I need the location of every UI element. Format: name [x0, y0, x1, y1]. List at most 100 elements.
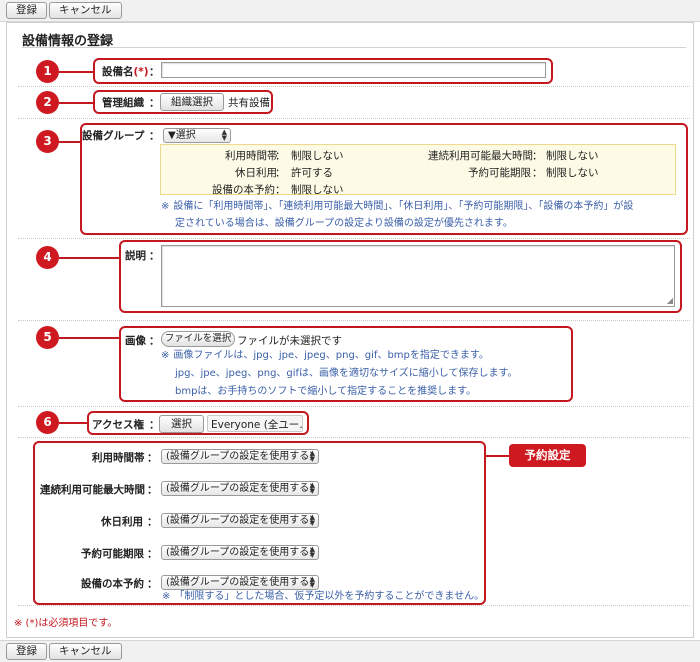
register-button[interactable]: 登録	[6, 643, 47, 660]
reservation-tag: 予約設定	[509, 444, 586, 467]
reservation-note-text: 「制限する」とした場合、仮予定以外を予約することができません。	[174, 591, 485, 602]
row-divider	[18, 118, 690, 119]
colon: ：	[147, 452, 158, 464]
description-textarea[interactable]: ◢	[161, 245, 675, 307]
note-mark: ※	[161, 350, 170, 361]
callout-connector	[486, 455, 510, 457]
group-note-text: 設備に「利用時間帯」、「連続利用可能最大時間」、「休日利用」、「予約可能期限」、…	[173, 201, 634, 212]
row-divider	[18, 320, 690, 321]
group-detail-value: 制限しない	[291, 150, 344, 162]
updown-arrow-icon: ▲ ▼	[309, 513, 315, 527]
callout-connector	[59, 71, 93, 73]
colon: ：	[149, 250, 160, 262]
colon: ：	[149, 66, 160, 78]
reservation-row-label: 利用時間帯	[92, 452, 145, 464]
group-detail-label: 連続利用可能最大時間	[428, 150, 533, 162]
row-divider	[18, 406, 690, 407]
callout-badge-1: 1	[36, 60, 59, 83]
image-note-line2: jpg、jpe、jpeg、png、gifは、画像を適切なサイズに縮小して保存しま…	[175, 368, 518, 379]
callout-connector	[59, 337, 119, 339]
reservation-row-label: 予約可能期限	[81, 548, 144, 560]
reservation-select-value: (設備グループの設定を使用する)	[166, 451, 314, 462]
group-label: 設備グループ	[82, 130, 145, 142]
access-label: アクセス権	[92, 419, 144, 431]
group-select[interactable]: ▼選択 ▲ ▼	[163, 128, 231, 143]
group-detail-value: 許可する	[291, 167, 333, 179]
reservation-select-max-duration[interactable]: (設備グループの設定を使用する) ▲ ▼	[161, 481, 319, 496]
callout-connector	[59, 102, 93, 104]
access-select-button[interactable]: 選択	[159, 415, 204, 433]
facility-name-label-text: 設備名	[102, 66, 134, 78]
colon: ：	[275, 150, 286, 162]
callout-badge-3: 3	[36, 130, 59, 153]
callout-badge-5: 5	[36, 326, 59, 349]
row-divider	[18, 238, 690, 239]
image-note-line1: ※ 画像ファイルは、jpg、jpe、jpeg、png、gif、bmpを指定できます…	[161, 346, 489, 365]
colon: ：	[149, 419, 160, 431]
colon: ：	[149, 130, 160, 142]
group-detail-label: 予約可能期限	[468, 167, 531, 179]
group-detail-label: 利用時間帯	[225, 150, 278, 162]
callout-badge-4: 4	[36, 246, 59, 269]
callout-connector	[59, 257, 119, 259]
access-value: Everyone (全ユー…	[207, 415, 303, 432]
org-label: 管理組織	[102, 97, 144, 109]
updown-arrow-icon: ▲ ▼	[309, 545, 315, 559]
register-button[interactable]: 登録	[6, 2, 47, 19]
row-divider	[18, 86, 690, 87]
callout-connector	[59, 422, 87, 424]
colon: ：	[147, 578, 158, 590]
file-select-button[interactable]: ファイルを選択	[161, 331, 235, 347]
facility-name-label: 設備名(*)	[102, 64, 149, 79]
org-value: 共有設備	[228, 97, 270, 109]
cancel-button[interactable]: キャンセル	[49, 643, 122, 660]
colon: ：	[275, 167, 286, 179]
callout-connector	[59, 141, 80, 143]
colon: ：	[147, 484, 158, 496]
colon: ：	[532, 150, 543, 162]
colon: ：	[147, 548, 158, 560]
reservation-row-label: 設備の本予約	[81, 578, 144, 590]
reservation-select-deadline[interactable]: (設備グループの設定を使用する) ▲ ▼	[161, 545, 319, 560]
image-label: 画像	[125, 335, 146, 347]
facility-name-input[interactable]	[161, 62, 546, 78]
group-detail-value: 制限しない	[291, 184, 344, 196]
image-note-line3: bmpは、お手持ちのソフトで縮小して指定することを推奨します。	[175, 386, 477, 397]
org-select-button[interactable]: 組織選択	[160, 93, 224, 111]
required-mark: (*)	[133, 66, 149, 78]
title-divider	[22, 47, 686, 48]
colon: ：	[149, 97, 160, 109]
group-detail-label: 休日利用	[235, 167, 277, 179]
top-toolbar: 登録 キャンセル	[0, 0, 700, 22]
updown-arrow-icon: ▲ ▼	[309, 449, 315, 463]
group-detail-value: 制限しない	[546, 150, 599, 162]
image-note-text: 画像ファイルは、jpg、jpe、jpeg、png、gif、bmpを指定できます。	[173, 350, 489, 361]
colon: ：	[149, 335, 160, 347]
reservation-row-label: 休日利用	[101, 516, 143, 528]
updown-arrow-icon: ▲ ▼	[309, 481, 315, 495]
group-note-line2: 定されている場合は、設備グループの設定より設備の設定が優先されます。	[175, 218, 513, 229]
reservation-note: ※ 「制限する」とした場合、仮予定以外を予約することができません。	[162, 587, 484, 606]
reservation-select-time[interactable]: (設備グループの設定を使用する) ▲ ▼	[161, 449, 319, 464]
reservation-select-value: (設備グループの設定を使用する)	[166, 515, 314, 526]
resize-grip-icon[interactable]: ◢	[667, 297, 673, 305]
row-divider	[18, 437, 690, 438]
group-detail-value: 制限しない	[546, 167, 599, 179]
updown-arrow-icon: ▲ ▼	[221, 128, 227, 142]
bottom-toolbar: 登録 キャンセル	[0, 640, 700, 662]
colon: ：	[275, 184, 286, 196]
colon: ：	[147, 516, 158, 528]
group-select-value: ▼選択	[168, 130, 196, 141]
group-detail-label: 設備の本予約	[212, 184, 275, 196]
required-footnote: ※ (*)は必須項目です。	[14, 618, 118, 629]
colon: ：	[532, 167, 543, 179]
note-mark: ※	[162, 591, 171, 602]
note-mark: ※	[161, 201, 170, 212]
callout-badge-6: 6	[36, 411, 59, 434]
callout-badge-2: 2	[36, 91, 59, 114]
reservation-select-holiday[interactable]: (設備グループの設定を使用する) ▲ ▼	[161, 513, 319, 528]
cancel-button[interactable]: キャンセル	[49, 2, 122, 19]
reservation-row-label: 連続利用可能最大時間	[40, 484, 145, 496]
description-label: 説明	[125, 250, 146, 262]
reservation-select-value: (設備グループの設定を使用する)	[166, 547, 314, 558]
